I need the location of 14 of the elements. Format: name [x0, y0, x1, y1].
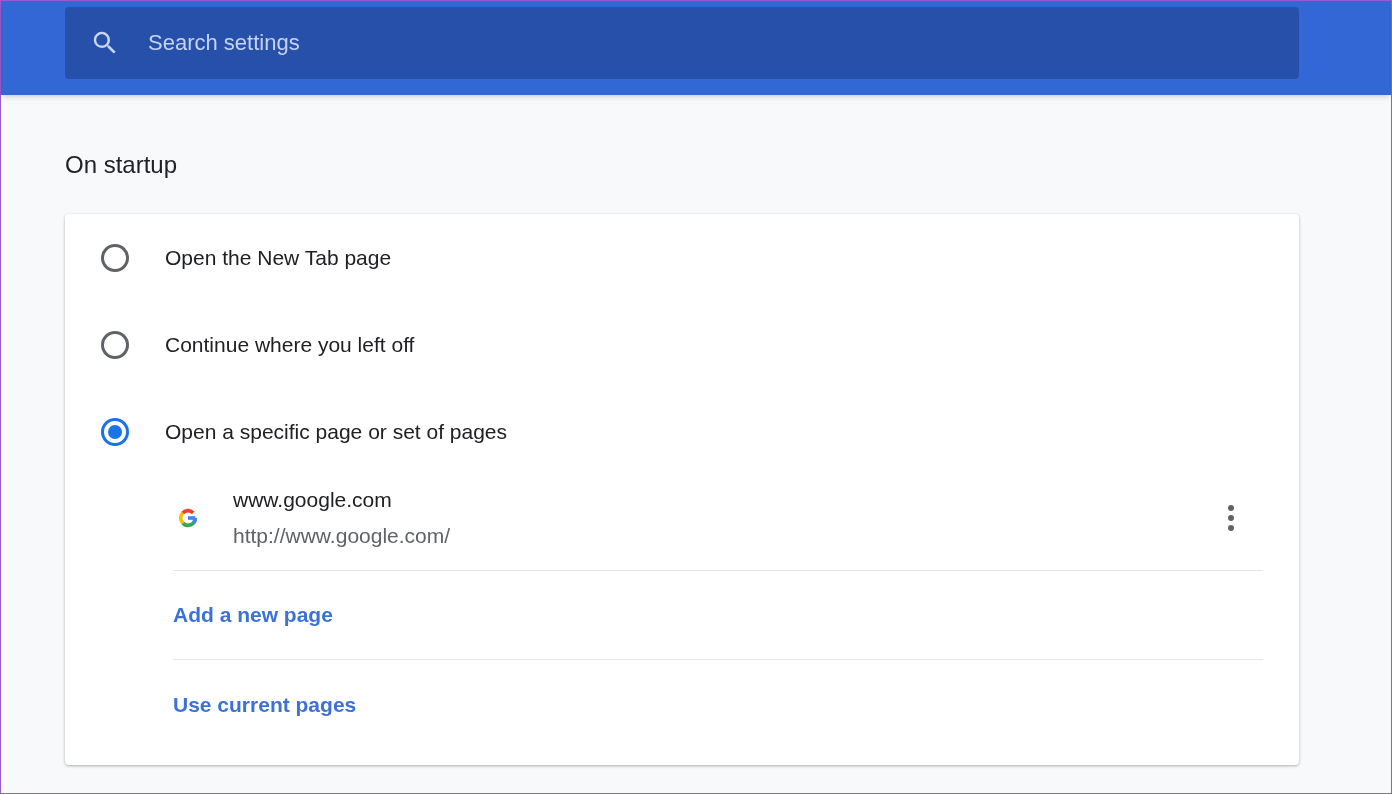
action-link[interactable]: Use current pages: [173, 688, 357, 721]
radio-label[interactable]: Continue where you left off: [165, 328, 415, 361]
radio-label[interactable]: Open a specific page or set of pages: [165, 415, 508, 448]
more-options-icon[interactable]: [1227, 504, 1235, 531]
section-title: On startup: [65, 150, 179, 180]
action-link[interactable]: Add a new page: [173, 599, 333, 631]
radio-button[interactable]: [101, 417, 129, 446]
radio-button[interactable]: [101, 243, 129, 272]
page-url: http://www.google.com/: [233, 522, 452, 549]
radio-label[interactable]: Open the New Tab page: [165, 241, 392, 274]
radio-button[interactable]: [101, 330, 129, 359]
search-field[interactable]: Search settings: [65, 7, 1299, 79]
favicon-icon: [177, 506, 199, 529]
page-title: www.google.com: [233, 486, 393, 513]
